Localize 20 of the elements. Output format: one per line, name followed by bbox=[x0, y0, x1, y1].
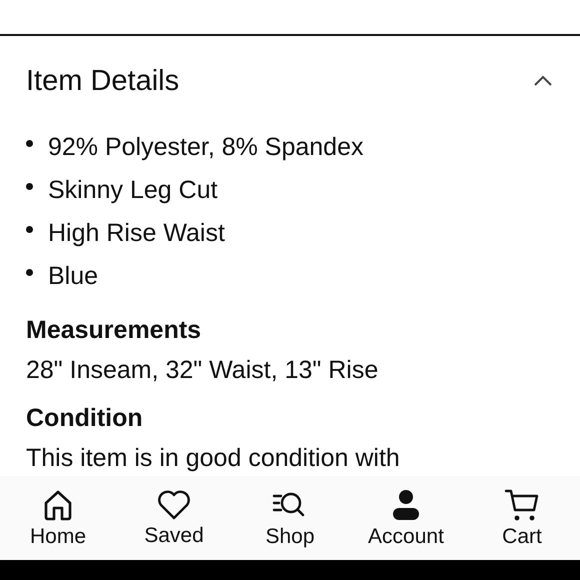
nav-tab[interactable]: Saved bbox=[119, 488, 229, 548]
nav-tab[interactable]: Cart bbox=[467, 488, 577, 548]
nav-tab[interactable]: Home bbox=[3, 488, 113, 548]
bullet-icon bbox=[26, 226, 33, 233]
detail-text: This item is in good condition with bbox=[26, 443, 401, 474]
heart-icon bbox=[156, 488, 192, 520]
nav-tab[interactable]: Account bbox=[351, 488, 461, 548]
detail-heading: Condition bbox=[26, 403, 144, 434]
detail-text: 28" Inseam, 32" Waist, 13" Rise bbox=[26, 355, 380, 386]
cart-icon bbox=[504, 488, 540, 522]
nav-tab[interactable]: Shop bbox=[235, 488, 345, 548]
bullet-icon bbox=[26, 183, 33, 190]
bullet-icon bbox=[26, 269, 33, 276]
bullet-icon bbox=[26, 140, 33, 147]
list-item: High Rise Waist bbox=[48, 219, 225, 248]
section-title: Item Details bbox=[26, 64, 180, 98]
list-item: Skinny Leg Cut bbox=[48, 176, 218, 205]
list-item: Blue bbox=[48, 262, 98, 291]
detail-heading: Measurements bbox=[26, 315, 202, 346]
list-item: 92% Polyester, 8% Spandex bbox=[48, 133, 364, 162]
